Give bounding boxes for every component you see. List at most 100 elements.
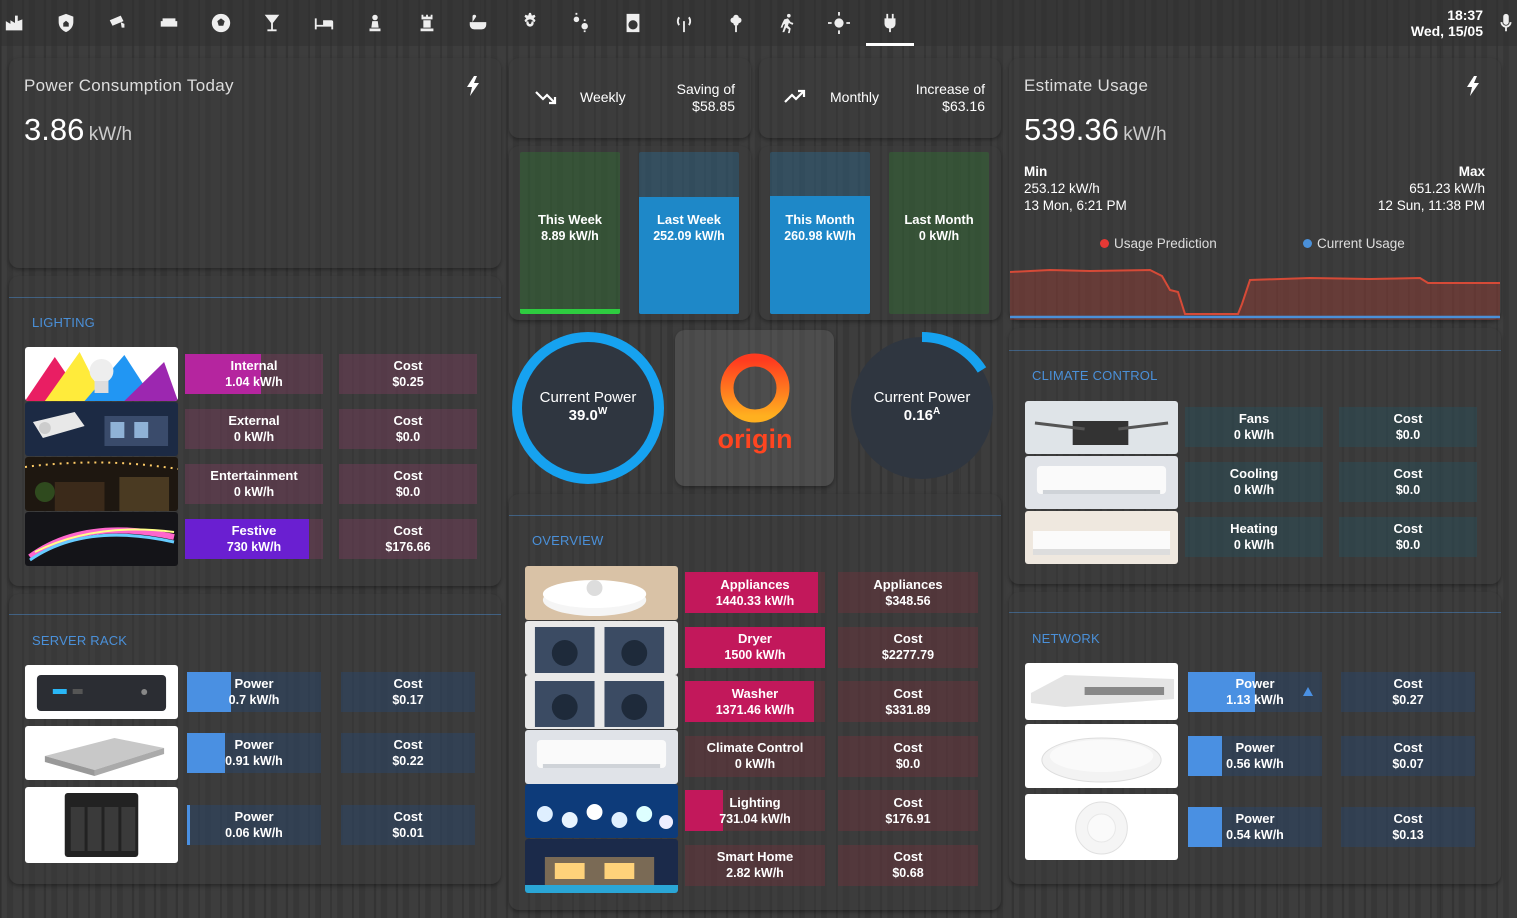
tile-label: Cost bbox=[1393, 811, 1423, 826]
server-power-tile-2[interactable]: Power 0.91 kW/h bbox=[187, 733, 321, 773]
overview-climate-control-cost-tile[interactable]: Cost $0.0 bbox=[838, 735, 978, 777]
bathtub-icon[interactable] bbox=[463, 8, 493, 38]
soccer-icon[interactable] bbox=[206, 8, 236, 38]
climate-cooling-tile[interactable]: Cooling 0 kW/h bbox=[1185, 462, 1323, 502]
overview-appliances-cost-tile[interactable]: Appliances $348.56 bbox=[838, 572, 978, 613]
tile-label: Cost bbox=[893, 685, 923, 701]
sun-icon[interactable] bbox=[824, 8, 854, 38]
bar-label: Last Month bbox=[904, 212, 974, 227]
usage-sparkline-chart bbox=[1010, 268, 1500, 320]
network-cost-tile-3[interactable]: Cost $0.13 bbox=[1341, 807, 1475, 847]
estimate-usage-title: Estimate Usage bbox=[1024, 76, 1149, 95]
server-power-tile-1[interactable]: Power 0.7 kW/h bbox=[187, 672, 321, 712]
tile-label: Cost bbox=[393, 809, 423, 824]
glass-cocktail-icon[interactable] bbox=[257, 8, 287, 38]
server-cost-tile-2[interactable]: Cost $0.22 bbox=[341, 733, 475, 773]
bar-this-month: This Month 260.98 kW/h bbox=[770, 152, 870, 314]
origin-logo: origin bbox=[718, 353, 793, 454]
bar-label: This Month bbox=[785, 212, 855, 227]
run-icon[interactable] bbox=[772, 8, 802, 38]
server-rack-header: SERVER RACK bbox=[32, 633, 128, 648]
tile-label: External bbox=[228, 413, 280, 428]
gear-icon[interactable] bbox=[515, 8, 545, 38]
tile-value: $0.0 bbox=[895, 757, 921, 771]
estimate-min: Min 253.12 kW/h 13 Mon, 6:21 PM bbox=[1024, 164, 1127, 213]
climate-fans-tile[interactable]: Fans 0 kW/h bbox=[1185, 407, 1323, 447]
lighting-festive-tile[interactable]: Festive 730 kW/h bbox=[185, 519, 323, 559]
tile-value: $0.0 bbox=[395, 430, 421, 444]
legend-current-usage[interactable]: Current Usage bbox=[1303, 236, 1405, 251]
monthly-increase: Increase of $63.16 bbox=[915, 81, 985, 114]
lighting-internal-cost-tile[interactable]: Cost $0.25 bbox=[339, 354, 477, 394]
tile-label: Heating bbox=[1230, 521, 1278, 536]
overview-smart-home-cost-tile[interactable]: Cost $0.68 bbox=[838, 844, 978, 886]
flash-icon bbox=[467, 76, 479, 96]
overview-smart-home-tile[interactable]: Smart Home 2.82 kW/h bbox=[685, 844, 825, 886]
chess-pawn-icon[interactable] bbox=[360, 8, 390, 38]
overview-lighting-cost-tile[interactable]: Cost $176.91 bbox=[838, 790, 978, 831]
lighting-entertainment-tile[interactable]: Entertainment 0 kW/h bbox=[185, 464, 323, 504]
clock-date: Wed, 15/05 bbox=[1410, 23, 1483, 39]
climate-heating-tile[interactable]: Heating 0 kW/h bbox=[1185, 517, 1323, 557]
chess-rook-icon[interactable] bbox=[412, 8, 442, 38]
tile-label: Cooling bbox=[1229, 466, 1279, 481]
overview-climate-control-tile[interactable]: Climate Control 0 kW/h bbox=[685, 735, 825, 777]
network-power-tile-2[interactable]: Power 0.56 kW/h bbox=[1188, 736, 1322, 776]
power-plug-icon[interactable] bbox=[875, 8, 905, 38]
washing-machine-icon[interactable] bbox=[618, 8, 648, 38]
svg-text:origin: origin bbox=[718, 424, 793, 454]
gears-icon[interactable] bbox=[566, 8, 596, 38]
lighting-festive-cost-tile[interactable]: Cost $176.66 bbox=[339, 519, 477, 559]
lighting-external-cost-tile[interactable]: Cost $0.0 bbox=[339, 409, 477, 449]
network-cost-tile-2[interactable]: Cost $0.07 bbox=[1341, 736, 1475, 776]
overview-appliances-tile[interactable]: Appliances 1440.33 kW/h bbox=[685, 572, 825, 613]
tile-label: Cost bbox=[393, 737, 423, 752]
overview-washer-tile[interactable]: Washer 1371.46 kW/h bbox=[685, 681, 825, 722]
bar-value: 8.89 kW/h bbox=[541, 229, 599, 243]
climate-fans-cost-tile[interactable]: Cost $0.0 bbox=[1339, 407, 1477, 447]
climate-heating-cost-tile[interactable]: Cost $0.0 bbox=[1339, 517, 1477, 557]
tile-label: Cost bbox=[393, 413, 423, 428]
legend-usage-prediction[interactable]: Usage Prediction bbox=[1100, 236, 1217, 251]
server-cost-tile-3[interactable]: Cost $0.01 bbox=[341, 805, 475, 845]
tile-value: 0 kW/h bbox=[1233, 428, 1275, 442]
tile-label: Entertainment bbox=[210, 468, 298, 483]
tile-value: $0.01 bbox=[392, 826, 424, 840]
lighting-thumbnail-internal bbox=[25, 347, 178, 401]
level-fill bbox=[187, 672, 231, 712]
shield-home-icon[interactable] bbox=[51, 8, 81, 38]
flower-icon[interactable] bbox=[721, 8, 751, 38]
climate-cooling-cost-tile[interactable]: Cost $0.0 bbox=[1339, 462, 1477, 502]
server-power-tile-3[interactable]: Power 0.06 kW/h bbox=[187, 805, 321, 845]
factory-icon[interactable] bbox=[0, 8, 30, 38]
tile-value: $0.22 bbox=[392, 754, 424, 768]
level-fill bbox=[1188, 807, 1222, 847]
tile-label: Cost bbox=[393, 468, 423, 483]
tile-label: Climate Control bbox=[706, 740, 804, 755]
network-cost-tile-1[interactable]: Cost $0.27 bbox=[1341, 671, 1475, 712]
current-power-amps-label: Current Power 0.16A bbox=[873, 389, 971, 424]
microphone-icon[interactable] bbox=[1491, 8, 1517, 38]
network-power-tile-1[interactable]: Power 1.13 kW/h bbox=[1188, 671, 1322, 712]
antenna-icon[interactable] bbox=[669, 8, 699, 38]
bed-icon[interactable] bbox=[309, 8, 339, 38]
overview-dryer-tile[interactable]: Dryer 1500 kW/h bbox=[685, 626, 825, 668]
overview-header: OVERVIEW bbox=[532, 533, 604, 548]
overview-thumbnail-lighting bbox=[525, 784, 678, 838]
network-power-tile-3[interactable]: Power 0.54 kW/h bbox=[1188, 807, 1322, 847]
lighting-internal-tile[interactable]: Internal 1.04 kW/h bbox=[185, 354, 323, 394]
tile-label: Lighting bbox=[729, 794, 781, 810]
server-cost-tile-1[interactable]: Cost $0.17 bbox=[341, 672, 475, 712]
cctv-icon[interactable] bbox=[103, 8, 133, 38]
tile-value: 730 kW/h bbox=[226, 540, 282, 554]
level-fill bbox=[187, 733, 225, 773]
lighting-external-tile[interactable]: External 0 kW/h bbox=[185, 409, 323, 449]
tile-label: Power bbox=[1235, 740, 1275, 755]
sofa-icon[interactable] bbox=[154, 8, 184, 38]
overview-lighting-tile[interactable]: Lighting 731.04 kW/h bbox=[685, 790, 825, 831]
overview-washer-cost-tile[interactable]: Cost $331.89 bbox=[838, 681, 978, 722]
overview-dryer-cost-tile[interactable]: Cost $2277.79 bbox=[838, 626, 978, 668]
tile-value: $0.0 bbox=[1395, 428, 1421, 442]
lighting-entertainment-cost-tile[interactable]: Cost $0.0 bbox=[339, 464, 477, 504]
current-power-watts-label: Current Power 39.0W bbox=[539, 389, 637, 424]
